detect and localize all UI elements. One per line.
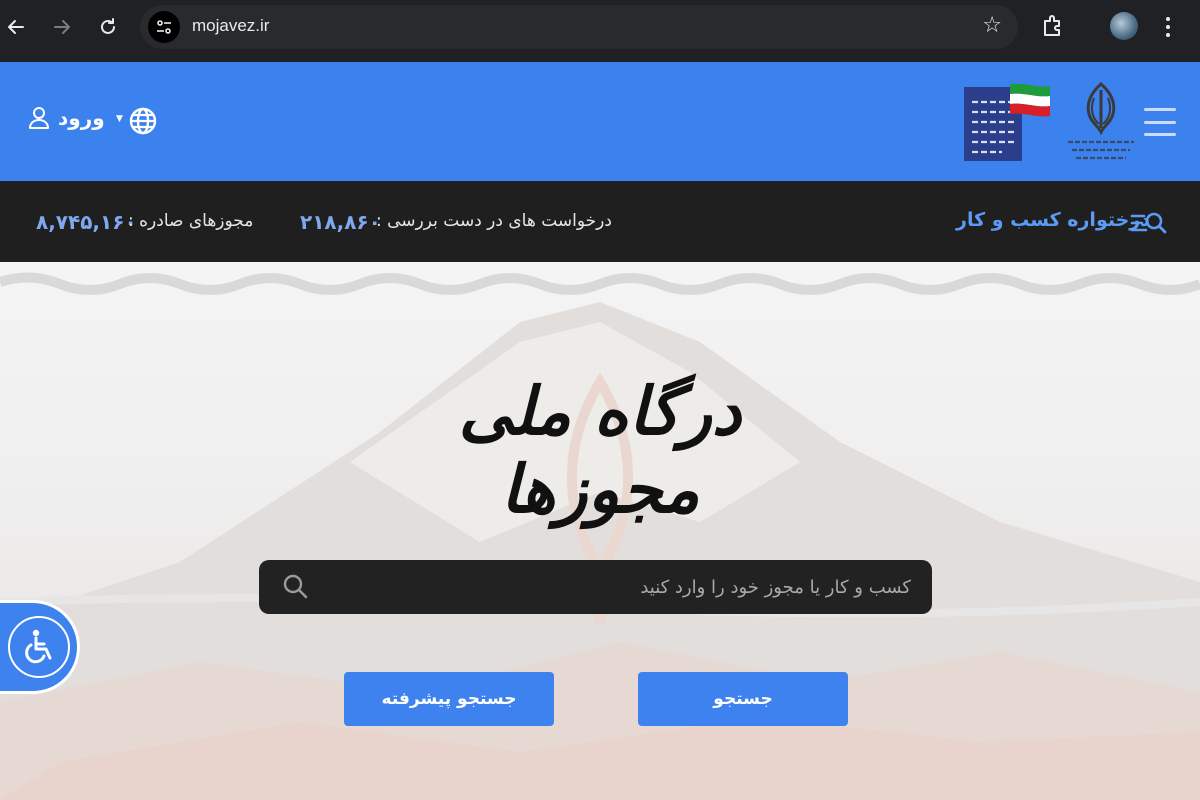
issued-permits-label: مجوزهای صادره : — [128, 211, 254, 231]
wheelchair-icon — [7, 616, 70, 678]
globe-icon[interactable] — [128, 106, 158, 136]
site-info-icon[interactable] — [148, 11, 180, 43]
search-button[interactable]: جستجو — [638, 672, 848, 726]
pending-requests-count: ۲۱۸,۸۶۰ — [300, 210, 381, 234]
ict-ministry-logo[interactable] — [964, 82, 1052, 162]
search-box — [259, 560, 932, 614]
back-icon[interactable] — [2, 13, 30, 41]
hamburger-icon[interactable] — [1144, 108, 1176, 136]
hero-title: درگاه ملی مجوزها — [458, 372, 742, 528]
reload-icon[interactable] — [94, 13, 122, 41]
url-text[interactable]: mojavez.ir — [192, 16, 269, 36]
pending-requests-label: درخواست های در دست بررسی : — [376, 211, 612, 231]
user-icon — [29, 107, 49, 129]
forward-icon[interactable] — [48, 13, 76, 41]
mountain-background-image — [0, 272, 1200, 800]
address-bar[interactable]: mojavez.ir ☆ — [140, 5, 1018, 49]
stats-bar: ۸,۷۴۵,۱۶۰ مجوزهای صادره : ۲۱۸,۸۶۰ درخواس… — [0, 181, 1200, 262]
government-emblem-logo[interactable] — [1062, 80, 1140, 164]
advanced-search-button[interactable]: جستجو پیشرفته — [344, 672, 554, 726]
hero-section: درگاه ملی مجوزها جستجو جستجو پیشرفته — [0, 262, 1200, 800]
list-search-icon[interactable] — [1130, 208, 1168, 244]
search-input[interactable] — [319, 560, 919, 614]
search-icon[interactable] — [281, 572, 309, 604]
chevron-down-icon[interactable]: ▼ — [116, 114, 123, 124]
site-header: ورود ▼ — [0, 62, 1200, 181]
menu-kebab-icon[interactable] — [1158, 12, 1178, 42]
extensions-icon[interactable] — [1040, 13, 1068, 41]
bookmark-star-icon[interactable]: ☆ — [982, 13, 1002, 38]
issued-permits-count: ۸,۷۴۵,۱۶۰ — [36, 210, 137, 234]
login-label: ورود — [58, 106, 105, 130]
profile-avatar[interactable] — [1110, 12, 1138, 40]
login-button[interactable]: ورود — [28, 106, 105, 130]
browser-toolbar: mojavez.ir ☆ — [0, 0, 1200, 62]
business-tree-link[interactable]: درختواره کسب و کار — [956, 209, 1150, 231]
